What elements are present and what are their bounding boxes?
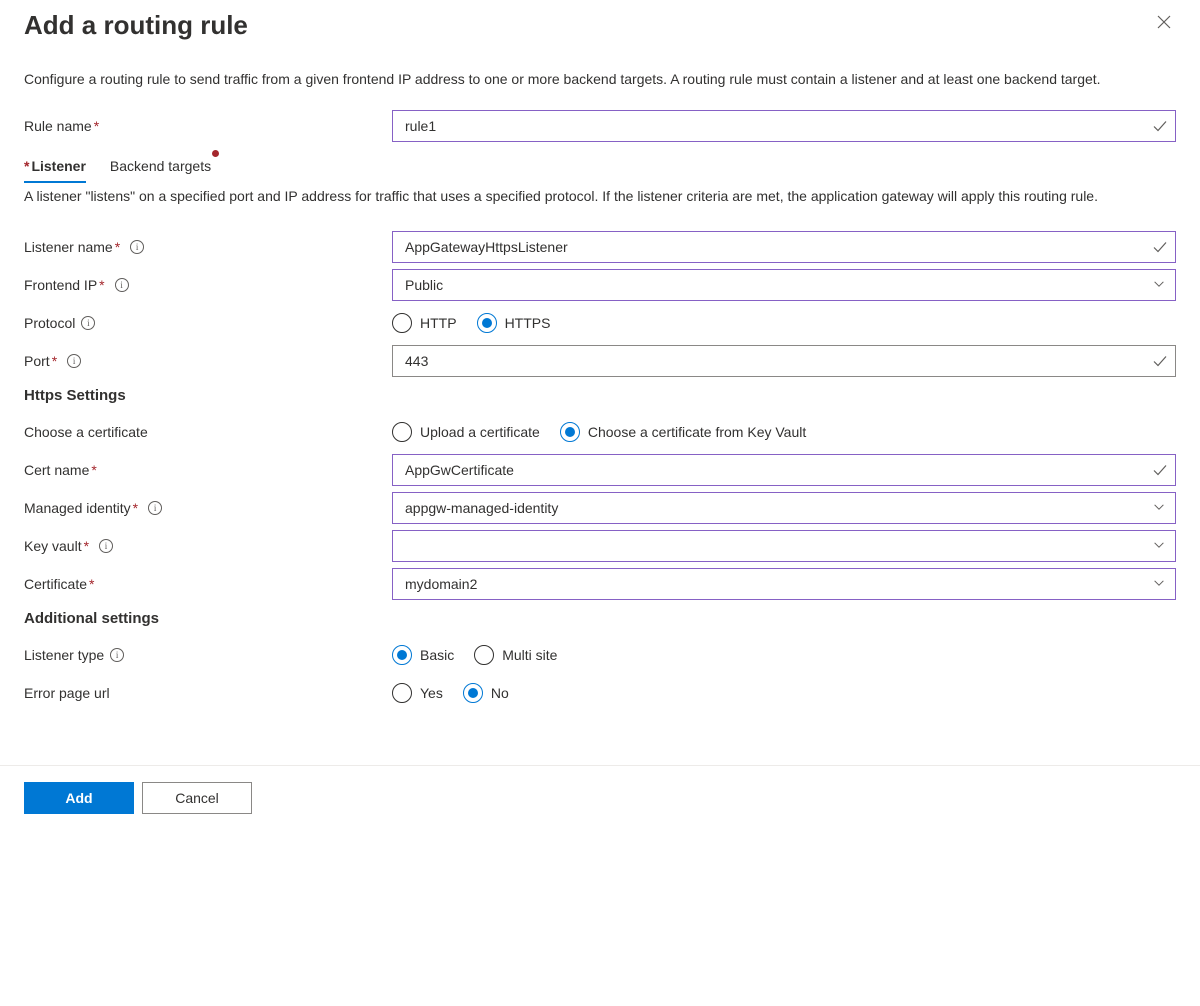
port-label: Port* i (24, 353, 392, 369)
radio-icon (392, 645, 412, 665)
cert-name-label: Cert name* (24, 462, 392, 478)
radio-icon (392, 683, 412, 703)
key-vault-label: Key vault* i (24, 538, 392, 554)
tab-backend-targets[interactable]: Backend targets (110, 154, 211, 182)
keyvault-certificate-radio[interactable]: Choose a certificate from Key Vault (560, 422, 806, 442)
info-icon[interactable]: i (67, 354, 81, 368)
frontend-ip-select[interactable] (392, 269, 1176, 301)
port-input[interactable] (392, 345, 1176, 377)
listener-name-label: Listener name* i (24, 239, 392, 255)
radio-icon (392, 422, 412, 442)
additional-settings-heading: Additional settings (24, 610, 1176, 627)
radio-icon (560, 422, 580, 442)
info-icon[interactable]: i (130, 240, 144, 254)
info-icon[interactable]: i (81, 316, 95, 330)
choose-certificate-label: Choose a certificate (24, 424, 392, 440)
listener-type-label: Listener type i (24, 647, 392, 663)
listener-type-basic-radio[interactable]: Basic (392, 645, 454, 665)
rule-name-label: Rule name* (24, 118, 392, 134)
page-title: Add a routing rule (24, 10, 248, 41)
listener-description: A listener "listens" on a specified port… (24, 186, 1176, 207)
radio-icon (392, 313, 412, 333)
protocol-http-radio[interactable]: HTTP (392, 313, 457, 333)
certificate-label: Certificate* (24, 576, 392, 592)
protocol-https-radio[interactable]: HTTPS (477, 313, 551, 333)
radio-icon (474, 645, 494, 665)
managed-identity-select[interactable] (392, 492, 1176, 524)
upload-certificate-radio[interactable]: Upload a certificate (392, 422, 540, 442)
listener-name-input[interactable] (392, 231, 1176, 263)
listener-type-multi-radio[interactable]: Multi site (474, 645, 557, 665)
rule-name-input[interactable] (392, 110, 1176, 142)
tab-listener[interactable]: *Listener (24, 154, 86, 182)
info-icon[interactable]: i (148, 501, 162, 515)
radio-icon (463, 683, 483, 703)
info-icon[interactable]: i (99, 539, 113, 553)
error-page-no-radio[interactable]: No (463, 683, 509, 703)
https-settings-heading: Https Settings (24, 387, 1176, 404)
info-icon[interactable]: i (115, 278, 129, 292)
close-button[interactable] (1152, 10, 1176, 37)
cancel-button[interactable]: Cancel (142, 782, 252, 814)
managed-identity-label: Managed identity* i (24, 500, 392, 516)
cert-name-input[interactable] (392, 454, 1176, 486)
error-page-yes-radio[interactable]: Yes (392, 683, 443, 703)
close-icon (1156, 14, 1172, 30)
key-vault-select[interactable] (392, 530, 1176, 562)
tab-indicator-dot (212, 150, 219, 157)
radio-icon (477, 313, 497, 333)
add-button[interactable]: Add (24, 782, 134, 814)
certificate-select[interactable] (392, 568, 1176, 600)
info-icon[interactable]: i (110, 648, 124, 662)
error-page-url-label: Error page url (24, 685, 392, 701)
protocol-label: Protocol i (24, 315, 392, 331)
frontend-ip-label: Frontend IP* i (24, 277, 392, 293)
page-description: Configure a routing rule to send traffic… (24, 69, 1176, 90)
